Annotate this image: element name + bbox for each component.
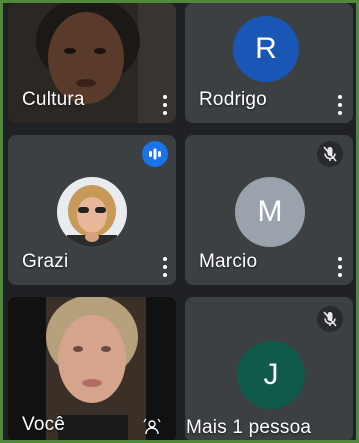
pin-icon[interactable] [143,418,161,436]
more-options-icon[interactable] [158,257,172,277]
participant-tile-more[interactable]: J Mais 1 pessoa [185,297,353,440]
participant-tile-marcio[interactable]: M Marcio [185,135,353,285]
more-options-icon[interactable] [333,257,347,277]
participant-name: Marcio [199,251,258,272]
participant-tile-rodrigo[interactable]: R Rodrigo [185,3,353,123]
avatar: R [233,16,299,82]
participant-name: Mais 1 pessoa [186,417,312,438]
participant-tile-grazi[interactable]: Grazi [8,135,176,285]
avatar: J [237,341,305,409]
speaking-indicator-icon [142,141,168,167]
meeting-grid: Cultura R Rodrigo Grazi M Marcio Você J … [3,3,356,440]
participant-name: Você [22,414,66,435]
participant-name: Cultura [22,89,85,110]
participant-name: Rodrigo [199,89,267,110]
mic-off-icon [317,141,343,167]
participant-name: Grazi [22,251,69,272]
avatar: M [235,177,305,247]
mic-off-icon [317,306,343,332]
more-options-icon[interactable] [158,95,172,115]
more-options-icon[interactable] [333,95,347,115]
participant-tile-cultura[interactable]: Cultura [8,3,176,123]
participant-photo [57,177,127,247]
participant-tile-voce[interactable]: Você [8,297,176,440]
